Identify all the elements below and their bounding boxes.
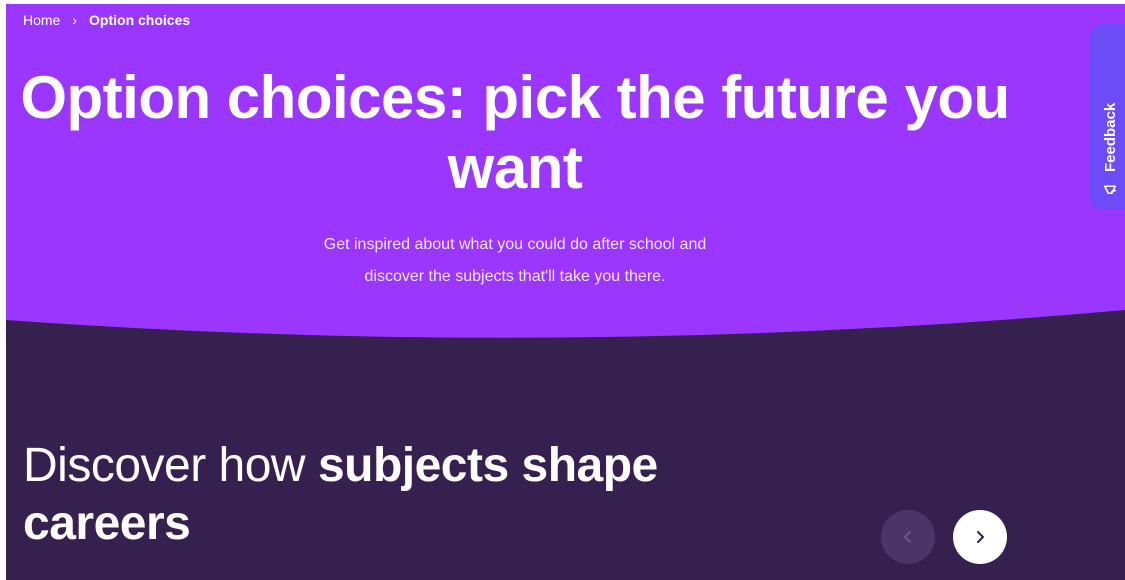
feedback-label: Feedback <box>1101 102 1119 172</box>
breadcrumb: Home › Option choices <box>23 12 190 28</box>
hero-subtitle-line-1: Get inspired about what you could do aft… <box>323 236 707 253</box>
hero-subtitle: Get inspired about what you could do aft… <box>250 229 780 293</box>
breadcrumb-home-link[interactable]: Home <box>23 12 60 28</box>
feedback-button[interactable]: Feedback <box>1088 26 1125 196</box>
section-title: Discover how subjects shape careers <box>23 437 783 553</box>
chevron-right-icon <box>977 531 984 543</box>
chevron-right-icon: › <box>72 12 78 28</box>
section-divider-curve <box>6 300 1125 338</box>
page-title: Option choices: pick the future you want <box>20 64 1010 201</box>
chevron-left-icon <box>904 531 911 543</box>
carousel-next-button[interactable] <box>953 510 1007 564</box>
breadcrumb-current: Option choices <box>89 12 191 28</box>
megaphone-icon <box>1102 180 1118 196</box>
page: Home › Option choices Option choices: pi… <box>0 0 1125 580</box>
carousel-prev-button[interactable] <box>881 510 935 564</box>
hero-subtitle-line-2: discover the subjects that'll take you t… <box>364 268 666 285</box>
section-title-light: Discover how <box>23 439 318 492</box>
